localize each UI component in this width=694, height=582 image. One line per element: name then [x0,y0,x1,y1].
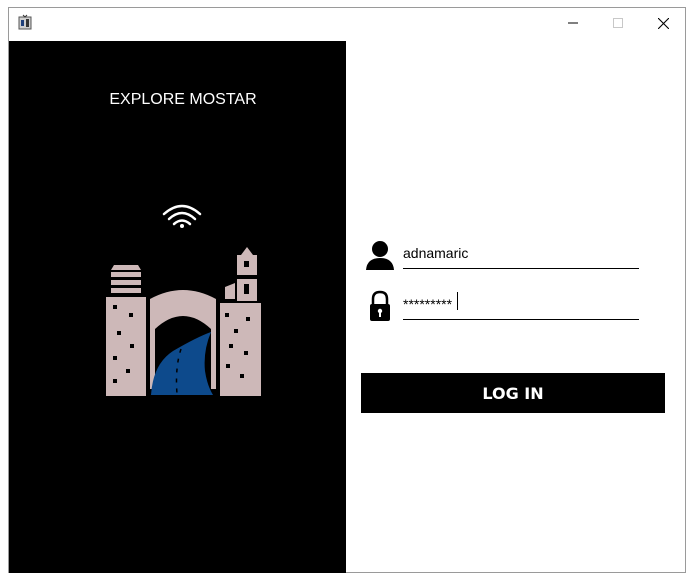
close-icon [657,17,669,29]
maximize-icon [613,18,623,28]
title-bar[interactable] [9,8,685,40]
app-icon [18,14,32,30]
text-caret [457,292,458,310]
wifi-icon [162,204,202,226]
lock-icon [370,290,390,321]
password-field[interactable] [403,289,639,320]
mostar-bridge-logo [106,204,261,396]
user-icon [366,241,394,270]
close-button[interactable] [640,8,686,38]
panel-title: EXPLORE MOSTAR [109,91,257,108]
maximize-button[interactable] [595,8,641,38]
login-button[interactable]: LOG IN [361,373,665,413]
minimize-button[interactable] [550,8,596,38]
branding-panel: EXPLORE MOSTAR [9,41,346,573]
minimize-icon [568,22,578,24]
username-field[interactable] [403,238,639,269]
app-window: EXPLORE MOSTAR adnamaric ********* LOG I… [8,7,686,573]
